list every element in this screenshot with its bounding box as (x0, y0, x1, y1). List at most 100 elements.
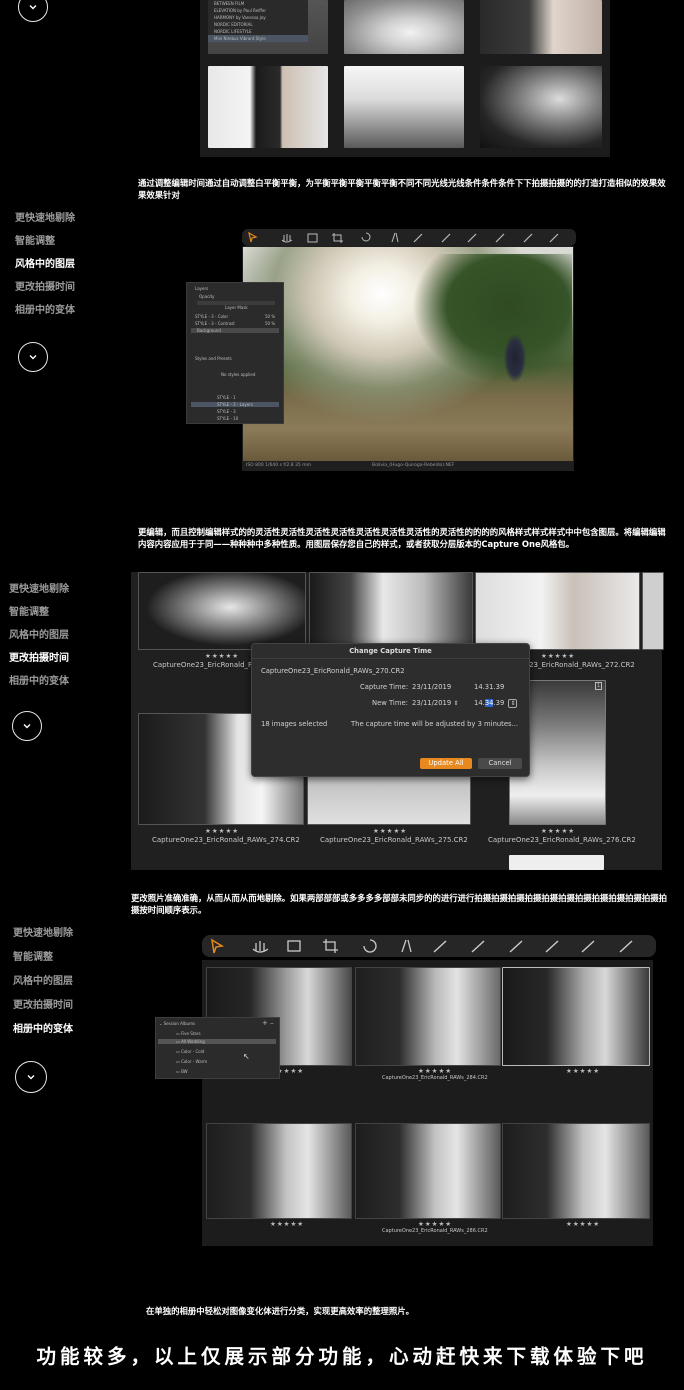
photo-thumb[interactable] (344, 66, 464, 148)
thumb-caption: CaptureOne23_EricRonald_RAWs_276.CR2 (488, 836, 636, 844)
photo-thumb[interactable] (344, 0, 464, 54)
nav-item-smart-adjust[interactable]: 智能调整 (15, 230, 75, 253)
session-albums-panel: ⌄ Session Albums + – ▭ Five Stars ▭ All … (155, 1017, 280, 1079)
photo-thumb[interactable] (475, 572, 640, 650)
layer-row[interactable]: STYLE - 3 - Contrast 50 % (195, 321, 279, 326)
crop-tool-icon (287, 940, 301, 952)
picker-tool-icon (523, 233, 533, 243)
photo-thumb[interactable] (208, 66, 328, 148)
chevron-down-button[interactable] (15, 1061, 47, 1093)
chevron-down-button[interactable] (18, 342, 48, 372)
album-item[interactable]: ▭ BW (176, 1069, 188, 1074)
capture-time-label: Capture Time: (360, 683, 409, 691)
nav-item-album-variants[interactable]: 相册中的变体 (13, 1018, 73, 1042)
menu-item[interactable]: NORDIC EDITORIAL (208, 21, 308, 28)
photo-thumb[interactable] (309, 572, 473, 650)
photo-thumb[interactable] (206, 1123, 352, 1219)
pan-tool-icon (252, 941, 269, 953)
photo-thumb-selected[interactable] (502, 967, 650, 1066)
section-caption: 更改照片准确准确，从而从而从而地剔除。如果两部部部或多多多多部部未同步的的进行进… (131, 893, 667, 915)
cancel-button[interactable]: Cancel (478, 758, 522, 769)
new-time-field[interactable]: 14.34.39 ⇕ (474, 699, 518, 708)
styles-menu[interactable]: BETWEEN FILM ELEVATION by Paul Reiffer H… (208, 0, 308, 42)
nav-item-fast-cull[interactable]: 更快速地剔除 (13, 922, 73, 946)
rating-stars[interactable]: ★★★★★ (541, 827, 575, 835)
photo-thumb[interactable] (480, 66, 602, 148)
style-item[interactable]: STYLE - 3 (217, 409, 236, 414)
style-item[interactable]: STYLE - 10 (217, 416, 238, 421)
stepper-icon[interactable]: ⇕ (453, 700, 458, 707)
new-date-field[interactable]: 23/11/2019 ⇕ (412, 699, 458, 707)
nav-item-change-capture-time[interactable]: 更改拍摄时间 (15, 276, 75, 299)
menu-item[interactable]: ELEVATION by Paul Reiffer (208, 7, 308, 14)
nav-item-layers-in-styles[interactable]: 风格中的图层 (15, 253, 75, 276)
nav-item-fast-cull[interactable]: 更快速地剔除 (9, 578, 69, 601)
chevron-down-button[interactable] (12, 711, 42, 741)
rating-stars[interactable]: ★★★★★ (270, 1220, 304, 1228)
photo-thumb[interactable] (480, 0, 602, 54)
pan-tool-icon (281, 234, 293, 243)
chevron-down-icon (29, 5, 37, 10)
menu-item[interactable]: HARMONY by Vanessa Joy (208, 14, 308, 21)
album-item[interactable]: ▭ Color - Warm (176, 1059, 207, 1064)
album-browser-panel: ★★★★★ ★★★★★ ★★★★★ CaptureOne23_EricRonal… (202, 960, 653, 1246)
photo-thumb[interactable] (642, 572, 664, 650)
gradient-tool-icon (509, 940, 523, 953)
dialog-filename: CaptureOne23_EricRonald_RAWs_270.CR2 (261, 667, 405, 675)
album-item[interactable]: ▭ Color - Cold (176, 1049, 204, 1054)
couple-figure (504, 334, 526, 382)
chevron-down-icon[interactable]: ⌄ (159, 1021, 162, 1026)
album-item-selected[interactable]: ▭ All Wedding (158, 1039, 276, 1044)
nav-item-album-variants[interactable]: 相册中的变体 (15, 299, 75, 322)
add-album-icon[interactable]: + – (262, 1019, 274, 1027)
nav-item-layers-in-styles[interactable]: 风格中的图层 (9, 624, 69, 647)
rating-stars[interactable]: ★★★★★ (205, 652, 239, 660)
layer-row[interactable]: STYLE - 3 - Color 50 % (195, 314, 279, 319)
style-item-selected[interactable]: STYLE - 2 - Layers (191, 402, 279, 407)
dialog-title-divider (252, 658, 529, 659)
stepper-icon[interactable]: ⇕ (508, 699, 518, 708)
rating-stars[interactable]: ★★★★★ (418, 1220, 452, 1228)
nav-item-smart-adjust[interactable]: 智能调整 (13, 946, 73, 970)
feature-nav: 更快速地剔除 智能调整 风格中的图层 更改拍摄时间 相册中的变体 (15, 207, 75, 322)
photo-thumb[interactable] (138, 572, 306, 650)
photo-badge: 1 (595, 682, 603, 690)
chevron-down-button[interactable] (18, 0, 48, 22)
rating-stars[interactable]: ★★★★★ (566, 1067, 600, 1075)
tool-icons-row (211, 938, 633, 954)
capture-time-value: 14.31.39 (474, 683, 505, 691)
rating-stars[interactable]: ★★★★★ (373, 827, 407, 835)
viewer-status-filename: Bolivia_(Hugo-Quiroga-Rebeldo).NEF (372, 463, 455, 468)
nav-item-fast-cull[interactable]: 更快速地剔除 (15, 207, 75, 230)
album-item[interactable]: ▭ Five Stars (176, 1031, 201, 1036)
photo-thumb[interactable] (509, 855, 604, 870)
layer-row-background[interactable]: Background (191, 328, 279, 333)
menu-item-selected[interactable]: Mini Nimbus Vibrant Style (208, 35, 308, 42)
section-caption: 更编辑，而且控制编辑样式的的灵活性灵活性灵活性灵活性灵活性灵活性灵活性的灵活性的… (138, 527, 666, 549)
cursor-tool-icon (211, 938, 225, 954)
nav-item-layers-in-styles[interactable]: 风格中的图层 (13, 970, 73, 994)
eraser-tool-icon (471, 940, 485, 953)
straighten-tool-icon (323, 939, 338, 953)
photo-thumb[interactable] (355, 967, 501, 1066)
nav-item-change-capture-time[interactable]: 更改拍摄时间 (9, 647, 69, 670)
image-viewer[interactable]: ISO 800 1/640 s f/2.8 35 mm Bolivia_(Hug… (242, 246, 574, 471)
rating-stars[interactable]: ★★★★★ (205, 827, 239, 835)
rating-stars[interactable]: ★★★★★ (566, 1220, 600, 1228)
rating-stars[interactable]: ★★★★★ (418, 1067, 452, 1075)
menu-item[interactable]: NORDIC LIFESTYLE (208, 28, 308, 35)
photo-thumb[interactable] (502, 1123, 650, 1219)
change-capture-time-dialog: Change Capture Time CaptureOne23_EricRon… (251, 643, 530, 777)
update-all-button[interactable]: Update All (420, 758, 472, 769)
thumb-caption: CaptureOne23_EricRonald_RAWs_286.CR2 (382, 1228, 488, 1234)
nav-item-album-variants[interactable]: 相册中的变体 (9, 670, 69, 693)
layer-mask-label: Layer Mask (225, 305, 248, 310)
nav-item-change-capture-time[interactable]: 更改拍摄时间 (13, 994, 73, 1018)
style-item[interactable]: STYLE - 1 (217, 395, 236, 400)
nav-item-smart-adjust[interactable]: 智能调整 (9, 601, 69, 624)
menu-item[interactable]: BETWEEN FILM (208, 0, 308, 7)
photo-thumb[interactable] (355, 1123, 501, 1219)
rating-stars[interactable]: ★★★★★ (541, 652, 575, 660)
photo-thumb[interactable] (307, 772, 471, 825)
new-time-label: New Time: (372, 699, 408, 707)
